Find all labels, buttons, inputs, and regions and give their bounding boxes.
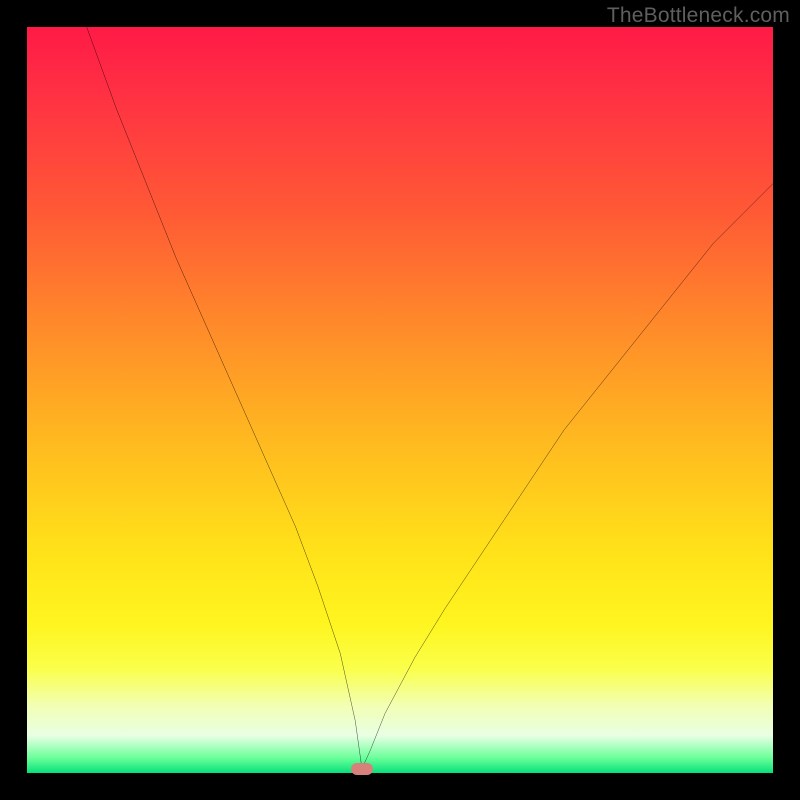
watermark-text: TheBottleneck.com <box>607 4 790 28</box>
chart-frame: TheBottleneck.com <box>0 0 800 800</box>
bottleneck-curve <box>27 27 773 773</box>
curve-path <box>87 27 773 769</box>
optimum-marker <box>351 763 373 775</box>
plot-area <box>27 27 773 773</box>
